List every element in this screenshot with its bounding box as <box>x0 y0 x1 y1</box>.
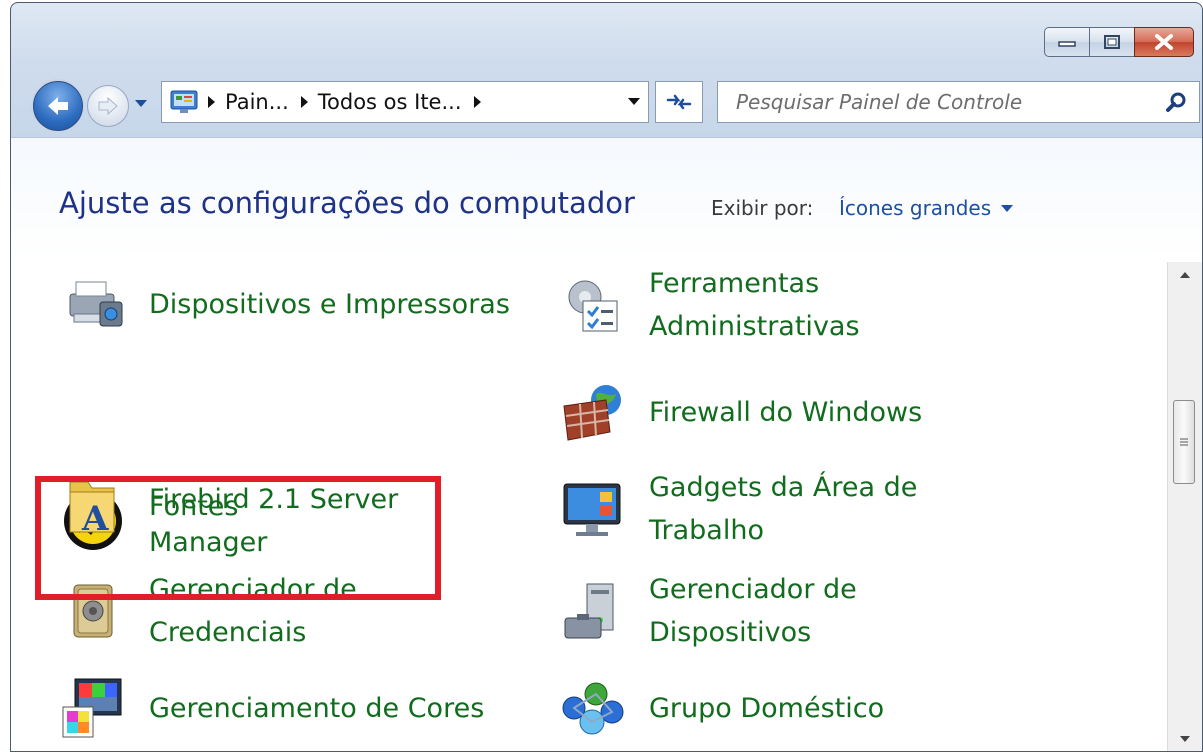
item-label: Firewall do Windows <box>649 396 923 428</box>
maximize-button[interactable] <box>1089 27 1135 57</box>
view-by-dropdown[interactable]: Ícones grandes <box>839 196 1014 220</box>
search-box[interactable] <box>717 81 1200 123</box>
control-panel-icon <box>170 90 198 113</box>
breadcrumb-item-todos[interactable]: Todos os Ite... <box>318 90 462 114</box>
device-manager-icon <box>559 577 627 645</box>
admin-tools-icon <box>559 271 627 339</box>
back-button[interactable] <box>33 81 83 131</box>
item-label: Ferramentas Administrativas <box>649 268 860 342</box>
homegroup-icon <box>559 674 627 742</box>
item-label: Dispositivos e Impressoras <box>149 288 510 320</box>
devices-printers-icon <box>59 270 127 338</box>
chevron-down-icon <box>1001 204 1014 212</box>
item-label: Gerenciamento de Cores <box>149 692 485 724</box>
list-item-gadgets[interactable]: Gadgets da Área de Trabalho <box>559 466 949 552</box>
gadgets-icon <box>559 475 627 543</box>
breadcrumb-item-painel[interactable]: Pain... <box>225 90 289 114</box>
item-label: Grupo Doméstico <box>649 692 885 724</box>
search-icon[interactable] <box>1161 87 1191 117</box>
refresh-button[interactable] <box>655 81 703 123</box>
breadcrumb-separator[interactable] <box>473 96 481 108</box>
breadcrumb-separator[interactable] <box>208 96 215 108</box>
grip-icon <box>1180 438 1188 446</box>
minimize-icon <box>1058 41 1076 47</box>
minimize-button[interactable] <box>1044 27 1090 57</box>
chevron-down-icon <box>135 100 147 107</box>
control-panel-window: Pain... Todos os Ite... Ajuste as config… <box>10 2 1203 752</box>
list-item-dispositivos-impressoras[interactable]: Dispositivos e Impressoras <box>59 270 510 338</box>
list-item-grupo-domestico[interactable]: Grupo Doméstico <box>559 674 884 742</box>
firebird-highlight-box <box>35 476 441 600</box>
view-by-value: Ícones grandes <box>839 196 992 220</box>
address-dropdown[interactable] <box>628 98 640 105</box>
item-label: Gerenciador de Dispositivos <box>649 574 857 648</box>
color-management-icon <box>59 674 127 742</box>
breadcrumb-label: Pain... <box>225 90 289 114</box>
forward-arrow-icon <box>98 96 118 116</box>
scrollbar-thumb[interactable] <box>1173 400 1195 484</box>
address-bar[interactable]: Pain... Todos os Ite... <box>161 81 649 123</box>
view-by-label: Exibir por: <box>711 196 814 220</box>
item-label: Gadgets da Área de Trabalho <box>649 472 918 546</box>
refresh-icon <box>666 94 692 110</box>
breadcrumb-label: Todos os Ite... <box>317 90 462 114</box>
control-panel-items: Dispositivos e Impressoras Firebird 2.1 … <box>11 262 1161 751</box>
list-item-firewall[interactable]: Firewall do Windows <box>559 378 922 446</box>
maximize-icon <box>1104 35 1120 49</box>
forward-button[interactable] <box>87 85 129 127</box>
firewall-icon <box>559 378 627 446</box>
close-icon <box>1155 34 1173 50</box>
page-title: Ajuste as configurações do computador <box>59 186 635 220</box>
list-item-ferramentas-administrativas[interactable]: Ferramentas Administrativas <box>559 262 889 348</box>
back-arrow-icon <box>48 97 68 115</box>
breadcrumb-separator[interactable] <box>300 96 308 108</box>
search-input[interactable] <box>718 89 1161 115</box>
content-area: Ajuste as configurações do computador Ex… <box>11 137 1202 751</box>
scroll-up-arrow-icon[interactable] <box>1180 272 1190 278</box>
vertical-scrollbar[interactable] <box>1167 262 1202 751</box>
caption-buttons <box>1044 27 1194 57</box>
scroll-down-arrow-icon[interactable] <box>1180 736 1190 742</box>
close-button[interactable] <box>1134 27 1194 57</box>
list-item-gerenciamento-cores[interactable]: Gerenciamento de Cores <box>59 674 484 742</box>
recent-pages-dropdown[interactable] <box>133 95 149 111</box>
list-item-gerenciador-dispositivos[interactable]: Gerenciador de Dispositivos <box>559 568 929 654</box>
